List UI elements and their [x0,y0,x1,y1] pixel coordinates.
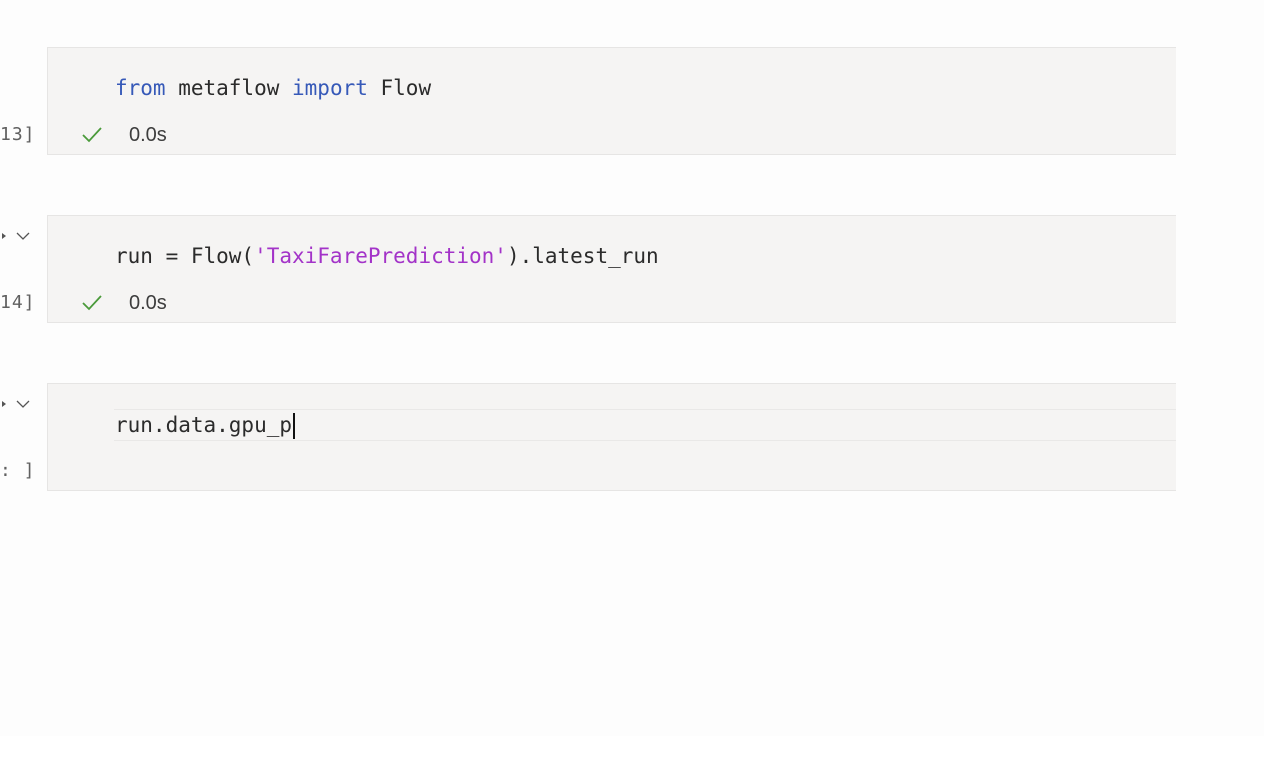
code-token-string: 'TaxiFarePrediction' [254,244,507,268]
code-token-keyword: from [115,76,166,100]
chevron-down-icon[interactable] [16,231,30,241]
text-cursor [293,413,296,439]
cell-1-code[interactable]: from metaflow import Flow [115,74,431,102]
code-token: ).latest_run [506,244,659,268]
code-token: metaflow [165,76,293,100]
cell-3-code-input[interactable]: run.data.gpu_p [115,411,296,439]
execution-duration: 0.0s [129,124,167,146]
execution-count: 13] [0,124,36,145]
chevron-down-icon[interactable] [16,399,30,409]
notebook-footer-strip [0,736,1264,758]
code-token: Flow [367,76,432,100]
execution-count: : ] [0,460,36,481]
cell-3-toolbar [2,399,30,409]
execution-duration: 0.0s [129,292,167,314]
execution-count: 14] [0,292,36,313]
run-arrow-icon[interactable] [2,233,6,239]
check-icon [82,295,102,311]
code-token: run.data.gpu_p [115,413,293,437]
code-token: run = Flow( [115,244,255,268]
check-icon [82,127,102,143]
code-token-keyword: import [292,76,368,100]
run-arrow-icon[interactable] [2,401,6,407]
cell-2-toolbar [2,231,30,241]
cell-2-code[interactable]: run = Flow('TaxiFarePrediction').latest_… [115,242,659,270]
